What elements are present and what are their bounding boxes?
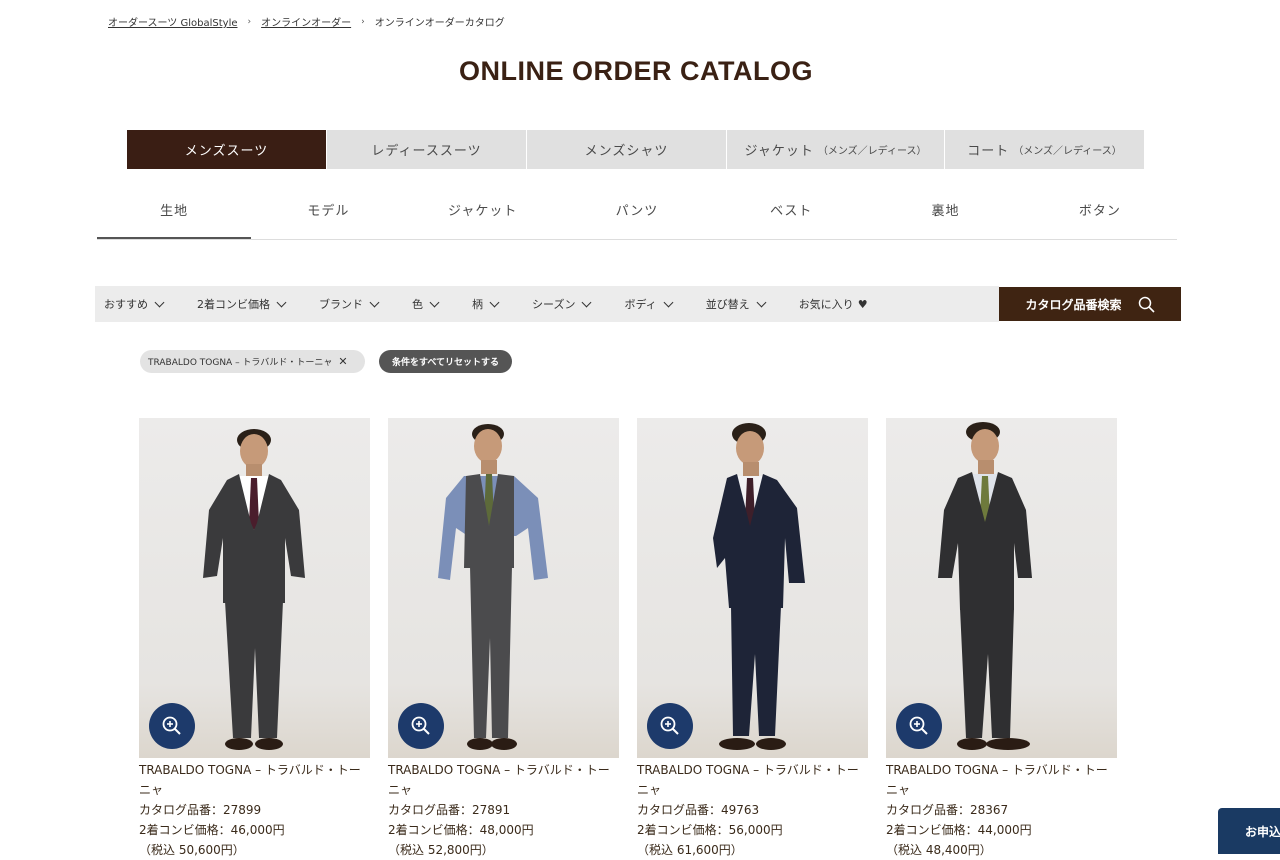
filter-label: 並び替え xyxy=(705,298,750,311)
chevron-down-icon xyxy=(276,297,287,307)
catalog-number: カタログ品番：27891 xyxy=(388,803,511,817)
active-filter-chip[interactable]: TRABALDO TOGNA – トラバルド・トーニャ ✕ xyxy=(140,350,365,373)
zoom-button[interactable] xyxy=(149,703,195,749)
product-photo[interactable] xyxy=(139,418,370,758)
combo-price: 2着コンビ価格：48,000円 xyxy=(388,823,534,837)
filter-label: お気に入り xyxy=(798,298,854,311)
zoom-button[interactable] xyxy=(647,703,693,749)
subtab-vest[interactable]: ベスト xyxy=(714,200,868,239)
catalog-number: カタログ品番：27899 xyxy=(139,803,262,817)
tab-sublabel: （メンズ／レディース） xyxy=(817,146,927,157)
heart-icon: ♥ xyxy=(857,297,868,311)
catalog-search-button[interactable]: カタログ品番検索 xyxy=(999,287,1181,321)
tab-coats[interactable]: コート （メンズ／レディース） xyxy=(945,130,1144,169)
filter-label: おすすめ xyxy=(104,298,148,311)
apply-button[interactable]: お申込 xyxy=(1218,808,1280,854)
tax-included-price: （税込 50,600円） xyxy=(139,843,245,857)
chip-label: TRABALDO TOGNA – トラバルド・トーニャ xyxy=(148,358,333,368)
tab-label: メンズシャツ xyxy=(584,144,669,159)
breadcrumb-online-order-link[interactable]: オンラインオーダー xyxy=(261,14,351,29)
product-photo[interactable] xyxy=(637,418,868,758)
product-photo[interactable] xyxy=(886,418,1117,758)
catalog-number: カタログ品番：49763 xyxy=(637,803,760,817)
combo-price: 2着コンビ価格：56,000円 xyxy=(637,823,783,837)
chevron-down-icon xyxy=(582,297,592,307)
filter-combo-price[interactable]: 2着コンビ価格 xyxy=(197,296,287,312)
filter-color[interactable]: 色 xyxy=(412,296,440,312)
breadcrumb-home-link[interactable]: オーダースーツ GlobalStyle xyxy=(108,14,238,29)
product-card[interactable]: TRABALDO TOGNA – トラバルド・トーニャ カタログ品番：27891… xyxy=(388,418,619,860)
product-card[interactable]: TRABALDO TOGNA – トラバルド・トーニャ カタログ品番：28367… xyxy=(886,418,1117,860)
product-card[interactable]: TRABALDO TOGNA – トラバルド・トーニャ カタログ品番：27899… xyxy=(139,418,370,860)
breadcrumb-separator: › xyxy=(361,16,365,27)
chevron-down-icon xyxy=(369,297,380,307)
breadcrumb-separator: › xyxy=(247,16,252,27)
filter-sort[interactable]: 並び替え xyxy=(705,296,767,312)
page-title: ONLINE ORDER CATALOG xyxy=(459,56,813,86)
combo-price: 2着コンビ価格：46,000円 xyxy=(139,823,285,837)
filter-body[interactable]: ボディ xyxy=(624,296,674,312)
chevron-down-icon xyxy=(429,297,440,307)
filter-label: ブランド xyxy=(319,298,363,311)
category-tabs: メンズスーツ レディーススーツ メンズシャツ ジャケット （メンズ／レディース） … xyxy=(127,130,1144,169)
tab-mens-shirts[interactable]: メンズシャツ xyxy=(527,130,726,169)
combo-price: 2着コンビ価格：44,000円 xyxy=(886,823,1032,837)
tax-included-price: （税込 52,800円） xyxy=(388,843,494,857)
product-name[interactable]: TRABALDO TOGNA – トラバルド・トーニャ xyxy=(637,760,862,800)
apply-button-label: お申込 xyxy=(1245,824,1280,839)
zoom-in-icon xyxy=(660,716,679,735)
zoom-button[interactable] xyxy=(896,703,942,749)
filter-recommended[interactable]: おすすめ xyxy=(104,296,165,312)
zoom-in-icon xyxy=(411,716,430,735)
product-name[interactable]: TRABALDO TOGNA – トラバルド・トーニャ xyxy=(886,760,1111,800)
subtab-fabric[interactable]: 生地 xyxy=(97,200,252,239)
tab-label: レディーススーツ xyxy=(371,144,482,159)
zoom-button[interactable] xyxy=(398,703,444,749)
product-name[interactable]: TRABALDO TOGNA – トラバルド・トーニャ xyxy=(388,760,613,800)
chevron-down-icon xyxy=(756,297,767,307)
tab-label: コート xyxy=(967,144,1010,159)
subtab-pants[interactable]: パンツ xyxy=(560,200,714,239)
tab-ladies-suits[interactable]: レディーススーツ xyxy=(327,130,526,169)
product-card[interactable]: TRABALDO TOGNA – トラバルド・トーニャ カタログ品番：49763… xyxy=(637,418,868,860)
search-icon xyxy=(1138,296,1155,313)
breadcrumb-current: オンラインオーダーカタログ xyxy=(374,18,505,29)
zoom-in-icon xyxy=(909,716,928,735)
catalog-number: カタログ品番：28367 xyxy=(886,803,1009,817)
subtab-jacket[interactable]: ジャケット xyxy=(406,200,560,239)
filter-brand[interactable]: ブランド xyxy=(319,296,380,312)
tab-mens-suits[interactable]: メンズスーツ xyxy=(127,130,326,169)
search-button-label: カタログ品番検索 xyxy=(1025,297,1122,312)
tax-included-price: （税込 48,400円） xyxy=(886,843,992,857)
tab-label: ジャケット xyxy=(744,144,814,159)
filter-label: 2着コンビ価格 xyxy=(197,298,270,311)
product-name[interactable]: TRABALDO TOGNA – トラバルド・トーニャ xyxy=(139,760,364,800)
zoom-in-icon xyxy=(162,716,181,735)
filter-favorites[interactable]: お気に入り ♥ xyxy=(799,296,868,312)
subtab-buttons[interactable]: ボタン xyxy=(1023,200,1177,239)
product-photo[interactable] xyxy=(388,418,619,758)
filter-label: 柄 xyxy=(472,298,483,311)
filter-bar: おすすめ 2着コンビ価格 ブランド 色 柄 シーズン ボディ 並び替え お気に入… xyxy=(95,286,999,322)
filter-season[interactable]: シーズン xyxy=(532,296,592,312)
tax-included-price: （税込 61,600円） xyxy=(637,843,743,857)
subtab-model[interactable]: モデル xyxy=(251,200,405,239)
filter-label: シーズン xyxy=(532,298,576,311)
reset-filters-button[interactable]: 条件をすべてリセットする xyxy=(379,350,512,373)
close-icon[interactable]: ✕ xyxy=(338,355,347,368)
tab-label: メンズスーツ xyxy=(184,144,269,159)
chevron-down-icon xyxy=(154,297,165,307)
chevron-down-icon xyxy=(663,297,674,307)
filter-label: 色 xyxy=(412,298,423,311)
subtab-lining[interactable]: 裏地 xyxy=(868,200,1022,239)
filter-pattern[interactable]: 柄 xyxy=(472,296,500,312)
sub-tabs: 生地 モデル ジャケット パンツ ベスト 裏地 ボタン xyxy=(97,200,1177,240)
tab-sublabel: （メンズ／レディース） xyxy=(1013,146,1122,157)
filter-label: ボディ xyxy=(624,298,657,311)
chevron-down-icon xyxy=(489,297,500,307)
breadcrumb: オーダースーツ GlobalStyle › オンラインオーダー › オンラインオ… xyxy=(108,14,505,30)
tab-jackets[interactable]: ジャケット （メンズ／レディース） xyxy=(727,130,944,169)
